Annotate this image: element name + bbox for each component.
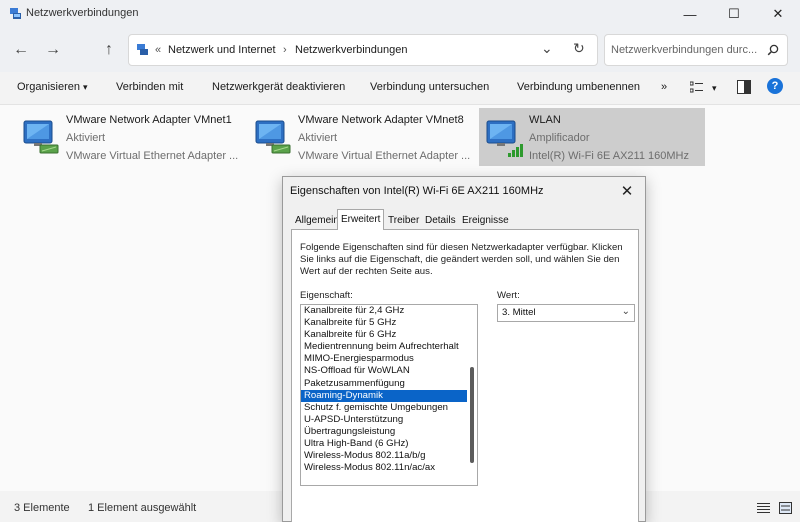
property-item[interactable]: U-APSD-Unterstützung [301, 414, 467, 426]
tab-ereignisse[interactable]: Ereignisse [459, 212, 512, 229]
title-bar: Netzwerkverbindungen — ☐ ✕ [0, 0, 800, 28]
property-item[interactable]: Paketzusammenfügung [301, 378, 467, 390]
property-label: Eigenschaft: [300, 290, 353, 301]
adapter-device: VMware Virtual Ethernet Adapter ... [298, 150, 471, 162]
disable-device-button[interactable]: Netzwerkgerät deaktivieren [212, 81, 345, 93]
organize-menu[interactable]: Organisieren ▾ [17, 81, 88, 93]
organize-arrow-icon: ▾ [83, 82, 88, 92]
search-box[interactable] [604, 34, 788, 66]
property-item[interactable]: MIMO-Energiesparmodus [301, 353, 467, 365]
item-count: 3 Elemente [14, 502, 70, 514]
back-button[interactable]: ← [8, 38, 34, 62]
view-options-icon[interactable] [690, 81, 704, 94]
rename-connection-button[interactable]: Verbindung umbenennen [517, 81, 640, 93]
property-item[interactable]: Wireless-Modus 802.11a/b/g [301, 450, 467, 462]
property-item[interactable]: Wireless-Modus 802.11n/ac/ax [301, 462, 467, 474]
property-item-selected[interactable]: Roaming-Dynamik [301, 389, 467, 402]
help-button[interactable]: ? [767, 78, 783, 94]
selection-count: 1 Element ausgewählt [88, 502, 197, 514]
command-bar: Organisieren ▾ Verbinden mit Netzwerkger… [0, 72, 800, 105]
view-options-arrow-icon[interactable]: ▾ [712, 83, 717, 94]
network-location-icon [137, 44, 148, 55]
tab-allgemein[interactable]: Allgemein [292, 212, 342, 229]
address-bar[interactable]: « Netzwerk und Internet › Netzwerkverbin… [128, 34, 598, 66]
breadcrumb-netzwerkverbindungen[interactable]: Netzwerkverbindungen [295, 44, 408, 56]
maximize-button[interactable]: ☐ [712, 0, 756, 28]
network-adapter-icon [255, 120, 291, 154]
details-view-icon[interactable] [757, 502, 770, 514]
adapter-device: Intel(R) Wi-Fi 6E AX211 160MHz [529, 150, 689, 162]
minimize-button[interactable]: — [668, 0, 712, 28]
property-item[interactable]: Medientrennung beim Aufrechterhalt [301, 341, 467, 353]
property-item[interactable]: Übertragungsleistung [301, 426, 467, 438]
adapter-name: VMware Network Adapter VMnet1 [66, 114, 232, 126]
adapter-device: VMware Virtual Ethernet Adapter ... [66, 150, 239, 162]
property-item[interactable]: Ultra High-Band (6 GHz) [301, 438, 467, 450]
value-selected: 3. Mittel [502, 307, 536, 318]
breadcrumb-separator: › [283, 44, 287, 56]
value-dropdown[interactable]: 3. Mittel ⌄ [497, 304, 635, 322]
tab-erweitert[interactable]: Erweitert [337, 209, 385, 230]
preview-pane-icon[interactable] [737, 80, 751, 94]
advanced-description: Folgende Eigenschaften sind für diesen N… [300, 242, 623, 277]
more-commands-button[interactable]: » [661, 81, 667, 93]
search-icon[interactable] [767, 44, 779, 56]
tiles-view-icon[interactable] [779, 502, 792, 514]
chevron-down-icon: ⌄ [621, 306, 630, 317]
tab-treiber[interactable]: Treiber [385, 212, 422, 229]
adapter-status: Aktiviert [298, 132, 338, 144]
search-input[interactable] [609, 41, 763, 59]
breadcrumb-root-chevron[interactable]: « [155, 44, 161, 56]
adapter-item-vmnet1[interactable]: VMware Network Adapter VMnet1 Aktiviert … [16, 108, 242, 166]
value-label: Wert: [497, 290, 520, 301]
organize-label: Organisieren [17, 81, 80, 93]
dialog-title: Eigenschaften von Intel(R) Wi-Fi 6E AX21… [290, 185, 544, 197]
adapter-item-vmnet8[interactable]: VMware Network Adapter VMnet8 Aktiviert … [248, 108, 474, 166]
address-dropdown-icon[interactable]: ⌄ [541, 40, 553, 57]
property-listbox[interactable]: Kanalbreite für 2,4 GHz Kanalbreite für … [300, 304, 478, 486]
advanced-tab-panel: Folgende Eigenschaften sind für diesen N… [291, 229, 639, 522]
adapter-name: VMware Network Adapter VMnet8 [298, 114, 464, 126]
breadcrumb-netzwerk-und-internet[interactable]: Netzwerk und Internet [168, 44, 276, 56]
tab-details[interactable]: Details [422, 212, 459, 229]
adapter-status: Amplificador [529, 132, 590, 144]
dialog-close-button[interactable]: ✕ [615, 179, 639, 203]
adapter-item-wlan[interactable]: WLAN Amplificador Intel(R) Wi-Fi 6E AX21… [479, 108, 705, 166]
property-item[interactable]: NS-Offload für WoWLAN [301, 365, 467, 377]
property-item[interactable]: Kanalbreite für 5 GHz [301, 317, 467, 329]
connect-to-button[interactable]: Verbinden mit [116, 81, 183, 93]
up-button[interactable]: ↑ [96, 38, 122, 62]
property-item[interactable]: Kanalbreite für 2,4 GHz [301, 305, 467, 317]
close-button[interactable]: ✕ [756, 0, 800, 28]
property-item[interactable]: Schutz f. gemischte Umgebungen [301, 402, 467, 414]
adapter-properties-dialog: Eigenschaften von Intel(R) Wi-Fi 6E AX21… [282, 176, 646, 522]
adapter-name: WLAN [529, 114, 561, 126]
property-list-scrollbar[interactable] [467, 305, 477, 485]
address-row: ← → ↑ « Netzwerk und Internet › Netzwerk… [0, 28, 800, 72]
forward-button[interactable]: → [40, 38, 66, 62]
window-title: Netzwerkverbindungen [26, 7, 139, 19]
wifi-adapter-icon [486, 120, 523, 157]
property-item[interactable]: Kanalbreite für 6 GHz [301, 329, 467, 341]
refresh-button[interactable]: ↻ [573, 40, 585, 57]
network-adapter-icon [23, 120, 59, 154]
adapter-status: Aktiviert [66, 132, 106, 144]
network-connections-app-icon [10, 8, 21, 19]
scrollbar-thumb[interactable] [470, 367, 474, 463]
diagnose-connection-button[interactable]: Verbindung untersuchen [370, 81, 489, 93]
